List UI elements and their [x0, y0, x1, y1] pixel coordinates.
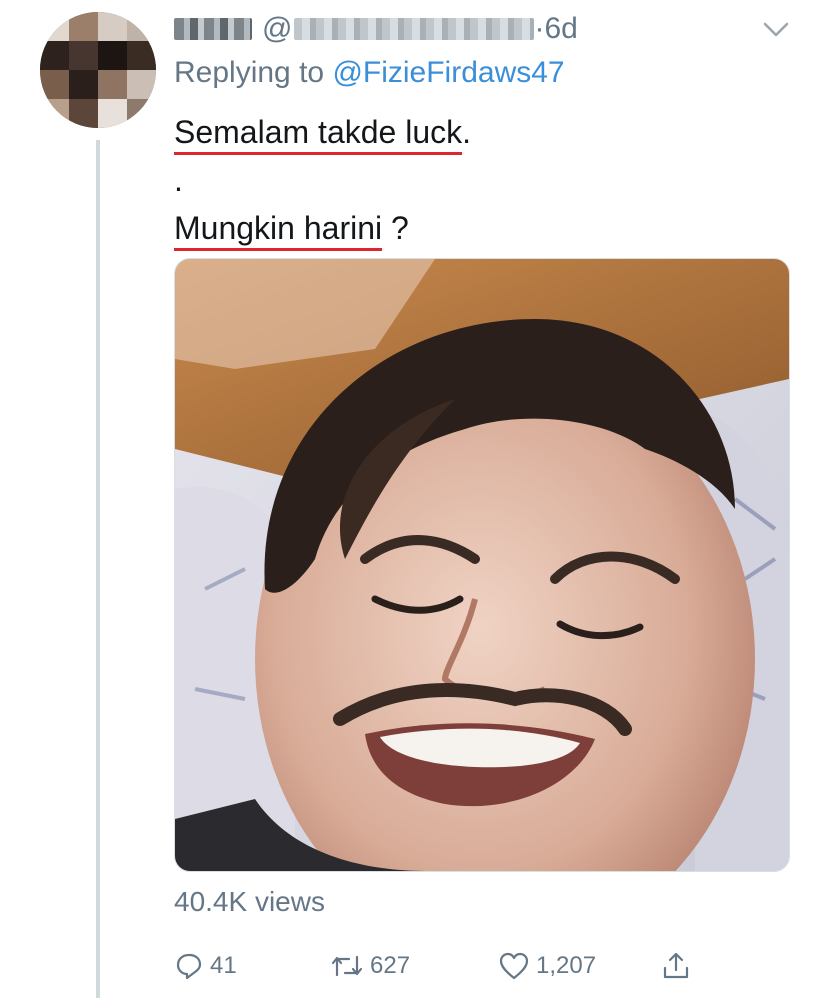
avatar[interactable] — [40, 12, 156, 128]
retweet-button[interactable]: 627 — [330, 946, 410, 986]
heart-icon — [498, 951, 530, 981]
mention-link[interactable]: @FizieFirdaws47 — [332, 56, 564, 89]
tweet-line-3-punct: ? — [382, 210, 409, 246]
underlined-text: Mungkin harini — [174, 210, 383, 251]
share-icon — [660, 950, 692, 982]
underlined-text: Semalam takde luck — [174, 114, 463, 155]
like-count: 1,207 — [536, 952, 597, 979]
replying-to-label: Replying to — [174, 56, 333, 89]
chevron-down-icon[interactable] — [762, 16, 790, 44]
at-sign: @ — [262, 12, 293, 45]
comment-icon — [174, 951, 204, 981]
view-count: 40.4K views — [174, 886, 325, 917]
tweet-line-3: Mungkin harini ? — [174, 204, 471, 252]
like-button[interactable]: 1,207 — [498, 946, 596, 986]
retweet-count: 627 — [370, 952, 411, 979]
reply-button[interactable]: 41 — [174, 946, 237, 986]
thread-connector-line — [96, 140, 100, 998]
reply-count: 41 — [210, 952, 237, 979]
replying-to: Replying to @FizieFirdaws47 — [174, 56, 565, 90]
separator-dot: · — [534, 12, 545, 45]
tweet-actions: 41 627 1,207 — [174, 946, 704, 986]
timestamp[interactable]: 6d — [544, 12, 577, 46]
video-thumbnail[interactable] — [174, 258, 790, 872]
tweet-header: @ · 6d — [174, 10, 578, 48]
display-name-redacted[interactable] — [174, 18, 252, 40]
tweet-line-1-punct: . — [462, 114, 472, 150]
tweet-text: Semalam takde luck. . Mungkin harini ? — [174, 108, 471, 252]
username-redacted[interactable] — [294, 18, 535, 40]
tweet-line-2: . — [174, 162, 183, 198]
share-button[interactable] — [660, 946, 698, 986]
tweet-line-1: Semalam takde luck. — [174, 108, 471, 156]
retweet-icon — [330, 951, 364, 981]
